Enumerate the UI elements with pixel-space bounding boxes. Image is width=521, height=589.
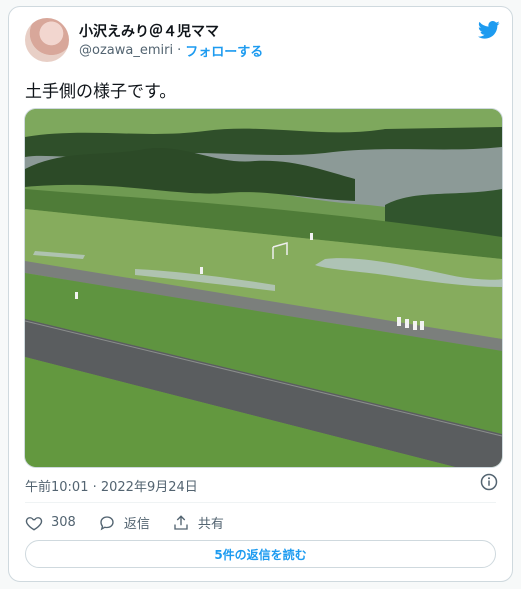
share-icon [174, 514, 188, 530]
handle[interactable]: @ozawa_emiri [79, 43, 173, 58]
info-icon[interactable] [480, 473, 498, 491]
like-count: 308 [51, 515, 76, 530]
share-action[interactable]: 共有 [172, 513, 224, 532]
tweet-photo[interactable] [24, 108, 503, 468]
share-label: 共有 [197, 517, 224, 532]
author-name-row: 小沢えみり＠４児ママ [79, 21, 219, 41]
reply-action[interactable]: 返信 [98, 513, 150, 532]
follow-button[interactable]: フォローする [185, 41, 263, 60]
author-handle-row: @ozawa_emiri · フォローする [79, 41, 263, 60]
separator: · [177, 43, 182, 58]
tweet-card: 小沢えみり＠４児ママ @ozawa_emiri · フォローする 土手側の様子で… [8, 6, 513, 582]
divider [25, 502, 496, 503]
tweet-actions: 308 返信 共有 [25, 513, 224, 532]
tweet-text: 土手側の様子です。 [25, 82, 177, 102]
read-replies-button[interactable]: 5件の返信を読む [25, 540, 496, 568]
reply-label: 返信 [123, 517, 150, 532]
reply-icon [100, 515, 114, 530]
tweet-timestamp[interactable]: 午前10:01 · 2022年9月24日 [25, 476, 198, 495]
heart-icon [25, 516, 43, 531]
display-name[interactable]: 小沢えみり＠４児ママ [79, 21, 219, 41]
avatar[interactable] [25, 18, 69, 62]
twitter-bird-icon[interactable] [478, 19, 500, 41]
like-action[interactable]: 308 [25, 514, 76, 532]
riverbank-photo [25, 109, 502, 467]
